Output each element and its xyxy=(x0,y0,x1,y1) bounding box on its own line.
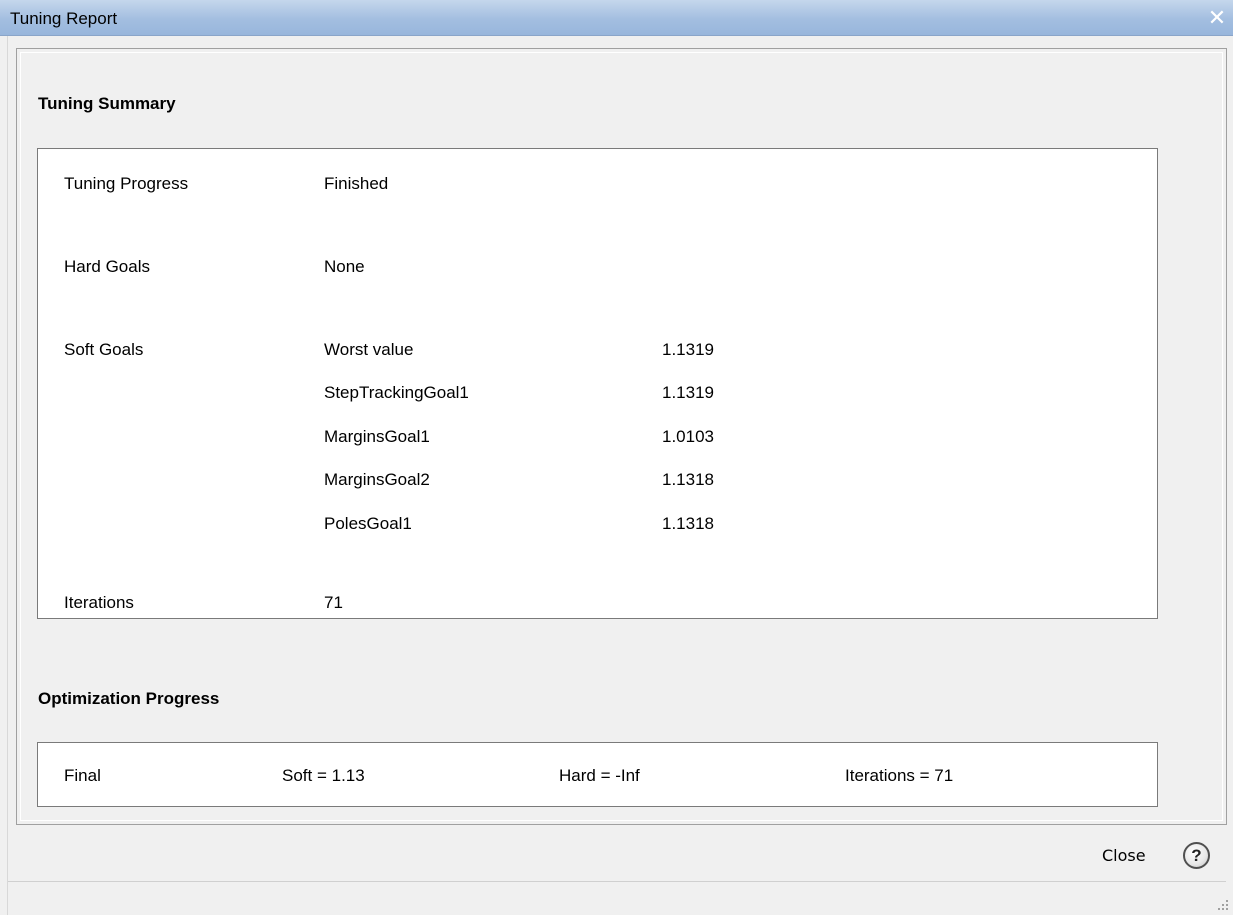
soft-goal-name: MarginsGoal1 xyxy=(324,427,430,446)
close-button[interactable]: Close xyxy=(1102,846,1146,865)
optimization-final-label: Final xyxy=(64,766,101,785)
tuning-summary-heading: Tuning Summary xyxy=(38,94,176,113)
soft-goals-label: Soft Goals xyxy=(64,340,144,359)
optimization-soft: Soft = 1.13 xyxy=(282,766,365,785)
soft-goal-value: 1.1319 xyxy=(662,340,714,359)
tuning-progress-label: Tuning Progress xyxy=(64,174,189,193)
hard-goals-label: Hard Goals xyxy=(64,257,150,276)
optimization-progress-box: Final Soft = 1.13 Hard = -Inf Iterations… xyxy=(37,742,1158,807)
iterations-label: Iterations xyxy=(64,593,134,612)
status-separator xyxy=(8,881,1226,882)
optimization-hard: Hard = -Inf xyxy=(559,766,640,785)
tuning-summary-box: Tuning Progress Finished Hard Goals None… xyxy=(37,148,1158,619)
soft-goal-name: MarginsGoal2 xyxy=(324,470,430,489)
tuning-progress-value: Finished xyxy=(324,174,389,193)
soft-goal-value: 1.1319 xyxy=(662,383,714,402)
iterations-value: 71 xyxy=(324,593,343,612)
soft-goal-value: 1.1318 xyxy=(662,514,714,533)
window-title: Tuning Report xyxy=(10,9,118,28)
optimization-iterations: Iterations = 71 xyxy=(845,766,954,785)
optimization-progress-heading: Optimization Progress xyxy=(38,689,220,708)
close-icon[interactable]: ✕ xyxy=(1205,6,1229,30)
soft-goal-value: 1.0103 xyxy=(662,427,714,446)
soft-goal-value: 1.1318 xyxy=(662,470,714,489)
soft-goal-name: PolesGoal1 xyxy=(324,514,412,533)
title-bar: Tuning Report ✕ xyxy=(0,0,1233,36)
window-left-edge xyxy=(0,36,8,915)
hard-goals-value: None xyxy=(324,257,365,276)
soft-goal-name: StepTrackingGoal1 xyxy=(324,383,469,402)
resize-grip-icon[interactable] xyxy=(1215,897,1229,911)
soft-goal-name: Worst value xyxy=(324,340,414,359)
help-icon[interactable]: ? xyxy=(1183,842,1210,869)
